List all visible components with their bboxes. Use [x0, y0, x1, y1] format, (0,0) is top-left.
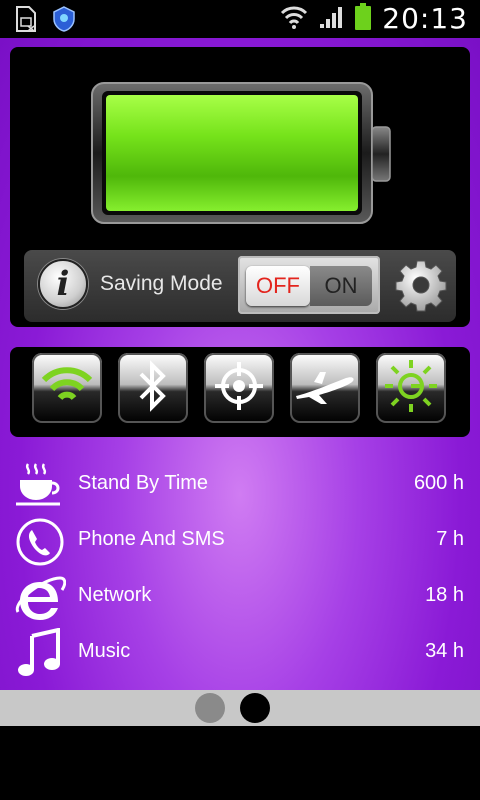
list-item-label: Stand By Time [78, 472, 209, 494]
wifi-icon [40, 364, 94, 412]
saving-mode-label: Saving Mode [100, 272, 223, 295]
toggle-off-label[interactable]: OFF [246, 266, 310, 306]
airplane-icon [294, 366, 356, 410]
phone-icon [14, 516, 66, 568]
gps-target-icon [211, 358, 267, 418]
toggle-on-label[interactable]: ON [310, 266, 372, 306]
internet-explorer-icon [14, 572, 67, 624]
battery-charging-icon [354, 2, 372, 35]
app-shield-icon [52, 6, 76, 36]
signal-icon [318, 4, 344, 34]
sim-card-icon [14, 6, 38, 36]
page-dot-2[interactable] [240, 693, 270, 723]
wifi-toggle-button[interactable] [32, 353, 102, 423]
saving-mode-row: i Saving Mode OFF ON [24, 250, 456, 322]
list-item[interactable]: Stand By Time 600 h [0, 458, 480, 514]
brightness-icon [382, 357, 440, 419]
list-item-value: 34 h [425, 640, 464, 662]
battery-fill [106, 95, 358, 211]
list-item-label: Phone And SMS [78, 528, 225, 550]
coffee-cup-icon [14, 460, 66, 512]
page-indicator [0, 690, 480, 726]
music-note-icon [14, 627, 66, 680]
gps-toggle-button[interactable] [204, 353, 274, 423]
list-item[interactable]: Network 18 h [0, 570, 480, 626]
gear-icon[interactable] [394, 258, 448, 312]
list-item-label: Network [78, 584, 152, 606]
list-item-value: 600 h [413, 472, 464, 494]
airplane-toggle-button[interactable] [290, 353, 360, 423]
battery-panel: i Saving Mode OFF ON [10, 47, 470, 327]
bluetooth-icon [133, 359, 173, 417]
info-icon[interactable]: i [38, 259, 88, 309]
list-item-label: Music [78, 640, 131, 662]
list-item[interactable]: Phone And SMS 7 h [0, 514, 480, 570]
list-item[interactable]: Music 34 h [0, 626, 480, 682]
bluetooth-toggle-button[interactable] [118, 353, 188, 423]
status-time: 20:13 [382, 2, 468, 35]
wifi-icon [280, 4, 308, 34]
list-item-value: 7 h [436, 528, 464, 550]
saving-mode-toggle[interactable]: OFF ON [238, 256, 380, 314]
quick-toggles-panel [10, 347, 470, 437]
page-dot-1[interactable] [195, 693, 225, 723]
brightness-toggle-button[interactable] [376, 353, 446, 423]
battery-graphic [90, 77, 391, 227]
bottom-bar [0, 726, 480, 800]
list-item-value: 18 h [425, 584, 464, 606]
main-content: i Saving Mode OFF ON Stand By Time 600 h… [0, 38, 480, 690]
status-bar: 20:13 [0, 0, 480, 38]
